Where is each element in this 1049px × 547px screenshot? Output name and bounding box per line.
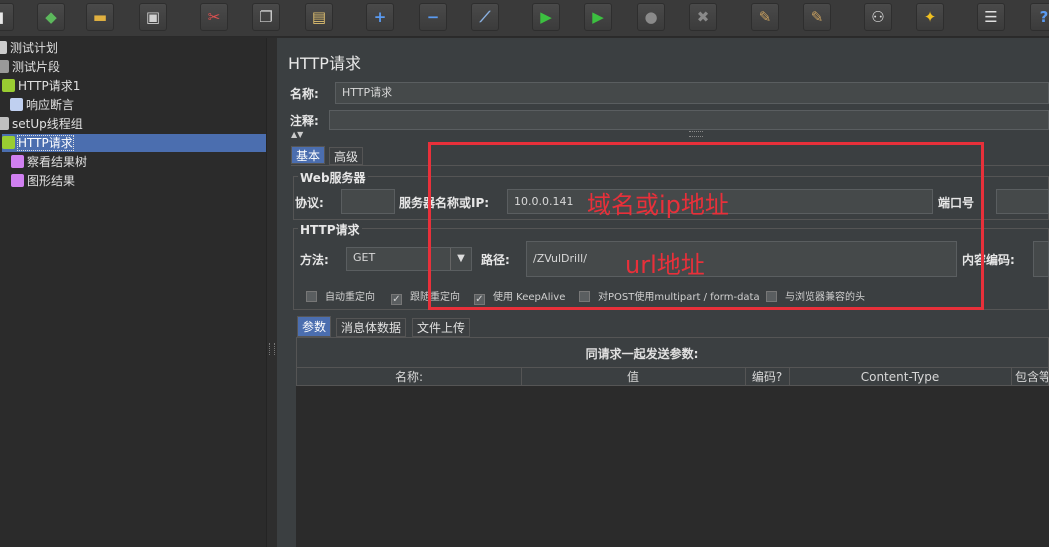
test-plan-icon	[0, 41, 7, 54]
pane-splitter[interactable]	[266, 38, 277, 547]
tree-node[interactable]: 图形结果	[11, 172, 75, 190]
tab-basic[interactable]: 基本	[291, 146, 326, 164]
sampler-icon	[2, 136, 15, 149]
tab-parameters[interactable]: 参数	[297, 316, 332, 337]
help-icon[interactable]: ?	[1030, 3, 1049, 31]
paste-icon[interactable]: ▤	[305, 3, 333, 31]
name-label: 名称:	[290, 87, 319, 101]
assertion-icon	[10, 98, 23, 111]
gear-icon	[0, 117, 9, 130]
parameters-table-body[interactable]	[296, 386, 1049, 547]
toolbar: ▮ ◆ ▬ ▣ ✂ ❐ ▤ +−⟋ ▶ ▶ ● ✖ ✎ ✎ ⚇ ✦ ☰?	[0, 0, 1049, 37]
option-label: 自动重定向	[325, 292, 375, 303]
method-label: 方法:	[300, 253, 329, 267]
tree-node-label: 图形结果	[27, 174, 76, 188]
protocol-label: 协议:	[295, 196, 324, 210]
page-title: HTTP请求	[288, 54, 361, 73]
method-value: GET	[353, 251, 376, 264]
encoding-field[interactable]	[1033, 241, 1049, 277]
comment-label: 注释:	[290, 114, 319, 128]
save-icon[interactable]: ▣	[139, 3, 167, 31]
annotation-box	[428, 142, 984, 310]
shutdown-icon[interactable]: ✖	[689, 3, 717, 31]
column-include-equals[interactable]: 包含等	[1011, 368, 1048, 385]
test-plan-tree: 测试计划测试片段 HTTP请求1 响应断言 setUp线程组 HTTP请求察看结果树图形…	[0, 38, 266, 547]
listener-icon	[11, 155, 24, 168]
start-icon[interactable]: ▶	[532, 3, 560, 31]
column-value[interactable]: 值	[521, 368, 746, 385]
sampler-icon	[2, 79, 15, 92]
search-icon[interactable]: ⚇	[864, 3, 892, 31]
name-field[interactable]: HTTP请求	[335, 82, 1049, 104]
tree-node[interactable]: 测试片段	[0, 58, 60, 76]
tree-node-label: setUp线程组	[12, 117, 83, 131]
listener-icon	[11, 174, 24, 187]
tab-advanced[interactable]: 高级	[329, 147, 364, 165]
new-icon[interactable]: ▮	[0, 3, 14, 31]
http-request-legend: HTTP请求	[298, 221, 362, 238]
cut-icon[interactable]: ✂	[200, 3, 228, 31]
tree-node-label: HTTP请求1	[18, 79, 81, 93]
column-content-type[interactable]: Content-Type	[789, 368, 1012, 385]
clear-all-icon[interactable]: ✎	[803, 3, 831, 31]
protocol-field[interactable]	[341, 189, 395, 214]
clear-icon[interactable]: ✎	[751, 3, 779, 31]
stop-icon[interactable]: ●	[637, 3, 665, 31]
function-helper-icon[interactable]: ☰	[977, 3, 1005, 31]
annotation-domain-text: 域名或ip地址	[587, 191, 729, 219]
collapse-icon[interactable]: −	[419, 3, 447, 31]
port-field[interactable]	[996, 189, 1049, 214]
toggle-icon[interactable]: ⟋	[471, 3, 499, 31]
tree-node-label: HTTP请求	[17, 135, 74, 151]
tree-node[interactable]: HTTP请求	[2, 134, 266, 152]
copy-icon[interactable]: ❐	[252, 3, 280, 31]
tab-files-upload[interactable]: 文件上传	[412, 318, 471, 337]
annotation-url-text: url地址	[625, 251, 705, 279]
web-server-legend: Web服务器	[298, 169, 368, 186]
tree-node[interactable]: setUp线程组	[0, 115, 83, 133]
splitter-grip-icon	[269, 343, 275, 355]
tree-node-label: 测试计划	[10, 41, 59, 55]
expand-icon[interactable]: +	[366, 3, 394, 31]
collapse-arrows-icon[interactable]: ▲▼	[291, 130, 303, 139]
column-name[interactable]: 名称:	[297, 368, 522, 385]
tree-node[interactable]: 测试计划	[0, 39, 58, 57]
option-checkbox[interactable]: 自动重定向	[306, 288, 375, 303]
reset-search-icon[interactable]: ✦	[916, 3, 944, 31]
checkmark-icon[interactable]: ✓	[391, 294, 402, 305]
tree-node[interactable]: 察看结果树	[11, 153, 87, 171]
column-encode[interactable]: 编码?	[745, 368, 790, 385]
open-icon[interactable]: ▬	[86, 3, 114, 31]
tree-node[interactable]: HTTP请求1	[2, 77, 80, 95]
checkbox-icon[interactable]	[306, 291, 317, 302]
templates-icon[interactable]: ◆	[37, 3, 65, 31]
tree-node-label: 测试片段	[12, 60, 61, 74]
test-fragment-icon	[0, 60, 9, 73]
parameters-table-header: 名称: 值 编码? Content-Type 包含等	[296, 367, 1049, 386]
parameters-caption: 同请求一起发送参数:	[585, 347, 699, 361]
tree-node-label: 察看结果树	[27, 155, 88, 169]
tree-node[interactable]: 响应断言	[10, 96, 74, 114]
tab-body-data[interactable]: 消息体数据	[336, 318, 407, 337]
start-no-pauses-icon[interactable]: ▶	[584, 3, 612, 31]
tree-node-label: 响应断言	[26, 98, 75, 112]
comment-field[interactable]	[329, 110, 1049, 130]
divider-grip-icon[interactable]	[689, 131, 703, 137]
